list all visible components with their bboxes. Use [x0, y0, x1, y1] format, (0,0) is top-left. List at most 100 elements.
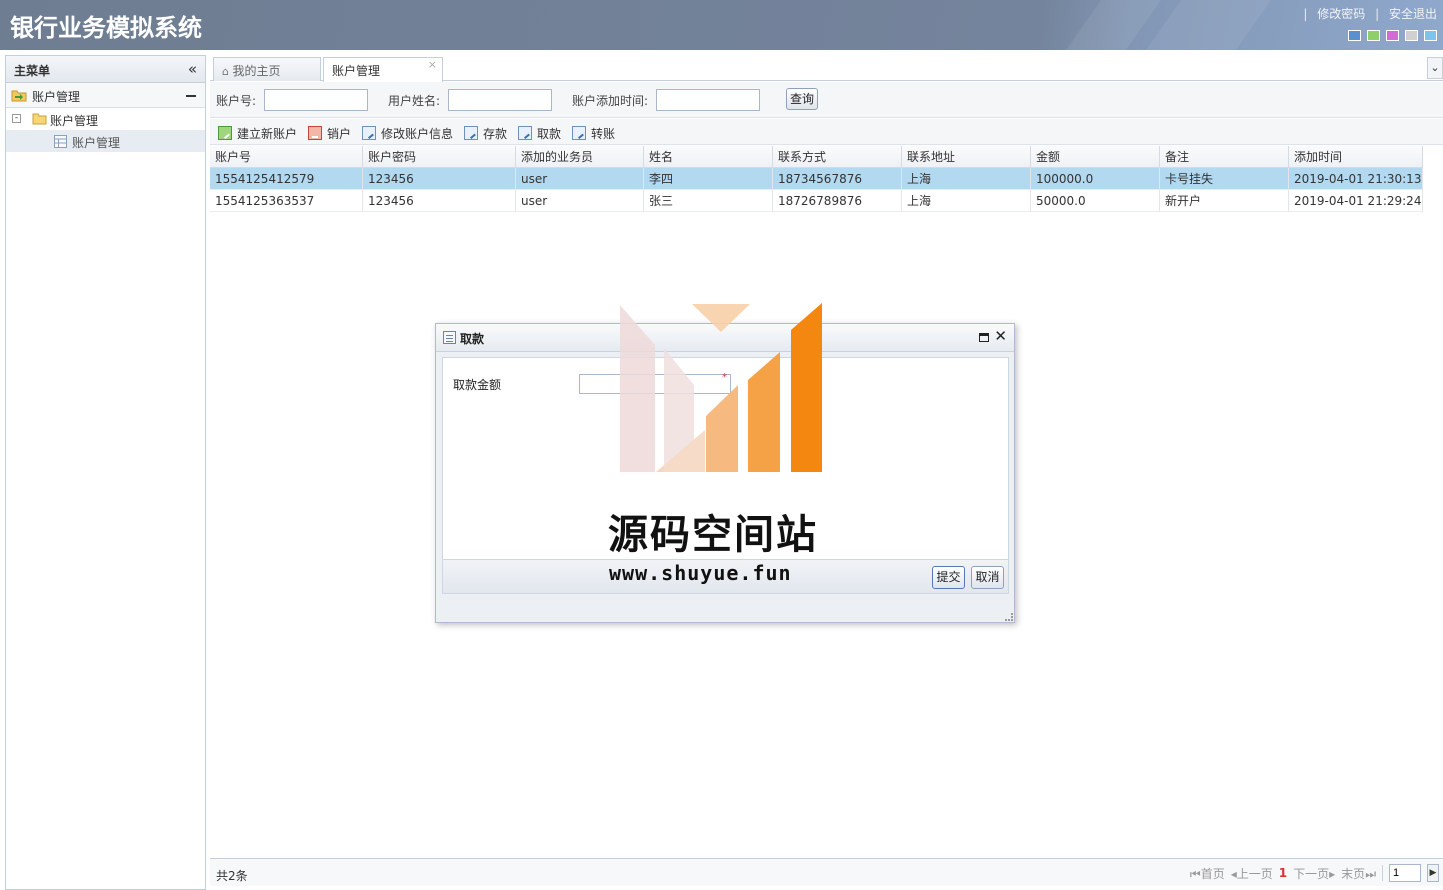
resize-handle-icon[interactable]: [1005, 613, 1013, 621]
table-header-row: 账户号 账户密码 添加的业务员 姓名 联系方式 联系地址 金额 备注 添加时间: [210, 146, 1423, 168]
tab-menu-chevron-icon[interactable]: ⌄: [1427, 57, 1443, 79]
username-input[interactable]: [448, 89, 552, 111]
table-cell: 1554125412579: [210, 168, 363, 190]
create-account-label: 建立新账户: [237, 126, 298, 141]
top-links: | 修改密码 | 安全退出: [1303, 7, 1437, 21]
close-account-button[interactable]: 销户: [308, 124, 351, 142]
first-page-button[interactable]: ⏮首页: [1190, 865, 1225, 882]
edit-account-button[interactable]: 修改账户信息: [362, 124, 453, 142]
form-icon: [443, 331, 456, 344]
tab-close-icon[interactable]: ×: [428, 58, 437, 71]
accordion-account-management[interactable]: 账户管理: [6, 83, 205, 108]
edit-icon: [464, 126, 478, 140]
next-page-button[interactable]: 下一页▸: [1293, 865, 1335, 882]
table-row[interactable]: 1554125412579 123456 user 李四 18734567876…: [210, 168, 1423, 190]
collapse-minus-icon[interactable]: [186, 95, 196, 97]
sidebar-title: 主菜单: [14, 64, 51, 78]
tree-leaf-label: 账户管理: [72, 136, 121, 150]
go-page-icon[interactable]: ▶: [1427, 864, 1439, 882]
withdraw-amount-input[interactable]: [579, 374, 731, 394]
toolbar: 建立新账户 销户 修改账户信息 存款 取款 转账: [210, 119, 1443, 145]
table-cell: user: [516, 168, 644, 190]
column-header[interactable]: 姓名: [644, 146, 773, 168]
column-header[interactable]: 账户号: [210, 146, 363, 168]
tab-account-management[interactable]: 账户管理 ×: [323, 57, 443, 82]
submit-button[interactable]: 提交: [932, 566, 965, 589]
table-row[interactable]: 1554125363537 123456 user 张三 18726789876…: [210, 190, 1423, 212]
theme-swatch-blue[interactable]: [1348, 30, 1361, 41]
sidebar: 主菜单 « 账户管理 - 账户管理 账户管理: [5, 55, 206, 890]
withdraw-amount-label: 取款金额: [453, 378, 502, 392]
withdraw-button[interactable]: 取款: [518, 124, 561, 142]
column-header[interactable]: 联系地址: [902, 146, 1031, 168]
last-page-button[interactable]: 末页⏭: [1341, 865, 1376, 882]
edit-icon: [362, 126, 376, 140]
table-cell: 100000.0: [1031, 168, 1160, 190]
date-added-input[interactable]: [656, 89, 760, 111]
deposit-label: 存款: [483, 126, 508, 141]
next-page-icon: ▸: [1329, 866, 1336, 881]
add-icon: [218, 126, 232, 140]
pager-divider: [1382, 865, 1383, 881]
username-label: 用户姓名:: [388, 94, 441, 108]
close-icon[interactable]: ✕: [994, 327, 1007, 345]
pagination-bar: 共2条 ⏮首页 ◂上一页 1 下一页▸ 末页⏭ ▶: [210, 858, 1443, 886]
tree-folder-label: 账户管理: [50, 114, 99, 128]
edit-icon: [518, 126, 532, 140]
tab-home-label: 我的主页: [232, 64, 281, 78]
home-icon: ⌂: [222, 65, 233, 78]
transfer-label: 转账: [591, 126, 616, 141]
account-number-input[interactable]: [264, 89, 368, 111]
cancel-button[interactable]: 取消: [971, 566, 1004, 589]
maximize-icon[interactable]: [979, 333, 989, 342]
watermark-url: www.shuyue.fun: [609, 561, 792, 585]
app-header: 银行业务模拟系统 | 修改密码 | 安全退出: [0, 0, 1443, 50]
logout-link[interactable]: 安全退出: [1389, 7, 1437, 21]
tab-home[interactable]: ⌂ 我的主页: [213, 57, 321, 81]
theme-swatch-gray[interactable]: [1405, 30, 1418, 41]
sidebar-header: 主菜单 «: [6, 56, 205, 83]
change-password-link[interactable]: 修改密码: [1317, 7, 1365, 21]
delete-icon: [308, 126, 322, 140]
theme-swatch-green[interactable]: [1367, 30, 1380, 41]
prev-page-button[interactable]: ◂上一页: [1231, 865, 1273, 882]
table-icon: [54, 135, 67, 148]
deposit-button[interactable]: 存款: [464, 124, 507, 142]
required-marker: *: [722, 372, 727, 383]
tree-folder-account-management[interactable]: - 账户管理: [6, 108, 205, 130]
table-cell: 张三: [644, 190, 773, 212]
tab-account-label: 账户管理: [332, 64, 381, 78]
table-cell: 123456: [363, 190, 516, 212]
total-count: 共2条: [216, 869, 248, 883]
column-header[interactable]: 联系方式: [773, 146, 902, 168]
date-added-label: 账户添加时间:: [572, 94, 649, 108]
pager: ⏮首页 ◂上一页 1 下一页▸ 末页⏭ ▶: [1190, 863, 1439, 883]
create-account-button[interactable]: 建立新账户: [218, 124, 297, 142]
dialog-title: 取款: [460, 332, 485, 346]
column-header[interactable]: 添加的业务员: [516, 146, 644, 168]
column-header[interactable]: 金额: [1031, 146, 1160, 168]
column-header[interactable]: 备注: [1160, 146, 1289, 168]
dialog-header[interactable]: 取款 ✕: [436, 324, 1014, 352]
theme-swatch-cyan[interactable]: [1424, 30, 1437, 41]
query-button[interactable]: 查询: [786, 88, 818, 110]
column-header[interactable]: 账户密码: [363, 146, 516, 168]
withdraw-label: 取款: [537, 126, 562, 141]
tree-leaf-account-management[interactable]: 账户管理: [6, 130, 205, 152]
table-cell: 李四: [644, 168, 773, 190]
page-number-input[interactable]: [1389, 864, 1421, 882]
table-cell: 18726789876: [773, 190, 902, 212]
table-cell: 新开户: [1160, 190, 1289, 212]
theme-swatch-pink[interactable]: [1386, 30, 1399, 41]
collapse-sidebar-icon[interactable]: «: [188, 60, 197, 78]
table-cell: 2019-04-01 21:30:13: [1289, 168, 1423, 190]
transfer-button[interactable]: 转账: [572, 124, 615, 142]
column-header[interactable]: 添加时间: [1289, 146, 1423, 168]
table-cell: 1554125363537: [210, 190, 363, 212]
table-cell: 上海: [902, 190, 1031, 212]
accordion-title: 账户管理: [32, 90, 81, 104]
account-number-label: 账户号:: [216, 94, 257, 108]
search-bar: 账户号: 用户姓名: 账户添加时间: 查询: [210, 82, 1443, 118]
last-page-icon: ⏭: [1365, 866, 1376, 881]
tree-expander-icon[interactable]: -: [12, 114, 21, 123]
